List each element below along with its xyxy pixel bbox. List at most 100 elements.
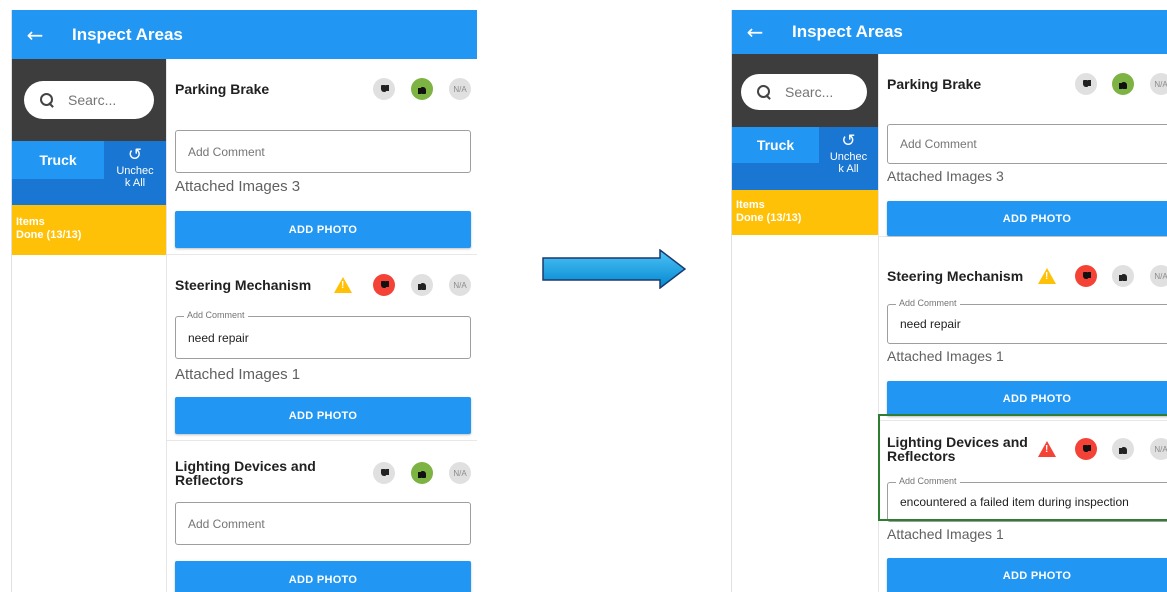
uncheck-all-button[interactable]: ↺ Unchec k All — [819, 127, 878, 190]
inspect-areas-screen-before: ← Inspect Areas Searc... Truck ↺ Unchec … — [11, 10, 477, 592]
comment-text: need repair — [188, 330, 249, 345]
search-area: Searc... — [12, 59, 166, 141]
card-header: Lighting Devices and Reflectors N/A — [175, 441, 477, 505]
pass-button[interactable] — [411, 462, 433, 484]
comment-field[interactable]: Add Comment — [175, 130, 471, 173]
uncheck-label-1: Unchec — [116, 165, 154, 177]
pass-button[interactable] — [1112, 73, 1134, 95]
category-row: Truck ↺ Unchec k All — [732, 127, 878, 190]
tab-truck[interactable]: Truck — [732, 127, 819, 163]
card-header: Parking Brake N/A — [887, 54, 1167, 114]
item-title-line-2: Reflectors — [175, 472, 244, 488]
inspection-card: Steering Mechanism ! N/A Add Comment nee… — [167, 255, 477, 441]
comment-field[interactable]: Add Comment need repair — [175, 310, 471, 359]
comment-field[interactable]: Add Comment need repair — [887, 298, 1167, 344]
card-header: Steering Mechanism ! N/A — [175, 255, 477, 315]
fail-button[interactable] — [1075, 73, 1097, 95]
app-bar: ← Inspect Areas — [12, 10, 477, 59]
na-button[interactable]: N/A — [1150, 265, 1167, 287]
na-button[interactable]: N/A — [449, 78, 471, 100]
add-photo-button[interactable]: ADD PHOTO — [887, 201, 1167, 236]
warning-icon: ! — [334, 277, 352, 293]
search-input[interactable]: Searc... — [24, 81, 154, 119]
transition-arrow-icon — [542, 249, 686, 289]
thumb-down-icon — [380, 281, 389, 290]
comment-text: need repair — [900, 317, 961, 331]
thumb-up-icon — [417, 281, 427, 290]
add-photo-button[interactable]: ADD PHOTO — [175, 211, 471, 248]
page-title: Inspect Areas — [72, 24, 183, 44]
tab-truck[interactable]: Truck — [12, 141, 104, 179]
attached-images-count: Attached Images 1 — [175, 366, 301, 383]
pass-button[interactable] — [1112, 265, 1134, 287]
inspection-card: Steering Mechanism ! N/A Add Comment nee… — [879, 237, 1167, 421]
attached-images-count: Attached Images 1 — [887, 526, 1004, 542]
search-placeholder: Searc... — [68, 92, 117, 108]
page-title: Inspect Areas — [792, 22, 903, 41]
pass-button[interactable] — [411, 78, 433, 100]
items-done-count: Done (13/13) — [16, 229, 82, 241]
comment-field[interactable]: Add Comment — [175, 502, 471, 545]
attached-images-count: Attached Images 3 — [175, 178, 301, 195]
uncheck-all-button[interactable]: ↺ Unchec k All — [104, 141, 166, 205]
item-title: Lighting Devices and Reflectors — [175, 459, 325, 487]
item-title: Steering Mechanism — [887, 268, 1024, 284]
items-done-badge: Items Done (13/13) — [732, 190, 878, 235]
search-icon — [757, 85, 771, 99]
fail-button[interactable] — [373, 78, 395, 100]
undo-icon: ↺ — [127, 145, 143, 165]
items-done-badge: Items Done (13/13) — [12, 205, 166, 255]
thumb-down-icon — [380, 85, 389, 94]
add-photo-button[interactable]: ADD PHOTO — [887, 558, 1167, 592]
uncheck-label-1: Unchec — [829, 151, 868, 163]
thumb-down-icon — [1082, 80, 1091, 89]
attached-images-count: Attached Images 3 — [887, 168, 1004, 184]
app-bar: ← Inspect Areas — [732, 10, 1167, 54]
uncheck-label-2: k All — [124, 177, 146, 189]
thumb-up-icon — [1118, 80, 1128, 89]
inspection-card: Parking Brake N/A Add Comment Attached I… — [879, 54, 1167, 237]
search-input[interactable]: Searc... — [741, 74, 867, 110]
fail-button[interactable] — [373, 274, 395, 296]
item-title: Parking Brake — [887, 76, 982, 92]
uncheck-label-2: k All — [838, 163, 859, 175]
comment-field[interactable]: Add Comment — [887, 124, 1167, 164]
na-button[interactable]: N/A — [449, 274, 471, 296]
card-header: Parking Brake N/A — [175, 59, 477, 119]
thumb-up-icon — [1118, 272, 1128, 281]
inspect-areas-screen-after: ← Inspect Areas Searc... Truck ↺ Unchec … — [731, 10, 1167, 592]
na-button[interactable]: N/A — [449, 462, 471, 484]
items-done-label: Items — [736, 199, 765, 211]
inspection-list: Parking Brake N/A Add Comment Attached I… — [166, 59, 477, 592]
item-title: Steering Mechanism — [175, 277, 312, 293]
inspection-card: Parking Brake N/A Add Comment Attached I… — [167, 59, 477, 255]
left-panel: Searc... Truck ↺ Unchec k All Items Done… — [732, 54, 878, 592]
add-photo-button[interactable]: ADD PHOTO — [175, 561, 471, 592]
warning-icon: ! — [1038, 268, 1056, 284]
back-arrow-icon[interactable]: ← — [732, 20, 778, 44]
attached-images-count: Attached Images 1 — [887, 348, 1004, 364]
comment-placeholder: Add Comment — [188, 144, 265, 159]
back-arrow-icon[interactable]: ← — [12, 23, 58, 47]
thumb-down-icon — [380, 469, 389, 478]
thumb-up-icon — [417, 469, 427, 478]
items-done-count: Done (13/13) — [736, 212, 802, 224]
highlight-box — [878, 414, 1167, 521]
search-icon — [40, 93, 54, 107]
fail-button[interactable] — [373, 462, 395, 484]
comment-placeholder: Add Comment — [188, 516, 265, 531]
thumb-down-icon — [1082, 272, 1091, 281]
pass-button[interactable] — [411, 274, 433, 296]
item-title: Parking Brake — [175, 81, 270, 97]
comment-placeholder: Add Comment — [900, 137, 977, 151]
add-photo-button[interactable]: ADD PHOTO — [887, 381, 1167, 416]
na-button[interactable]: N/A — [1150, 73, 1167, 95]
left-panel: Searc... Truck ↺ Unchec k All Items Done… — [12, 59, 166, 592]
tutorial-figure: ← Inspect Areas Searc... Truck ↺ Unchec … — [0, 0, 1167, 592]
inspection-card: Lighting Devices and Reflectors N/A Add … — [167, 441, 477, 592]
fail-button[interactable] — [1075, 265, 1097, 287]
search-placeholder: Searc... — [785, 84, 834, 100]
comment-label: Add Comment — [184, 310, 248, 320]
add-photo-button[interactable]: ADD PHOTO — [175, 397, 471, 434]
thumb-up-icon — [417, 85, 427, 94]
